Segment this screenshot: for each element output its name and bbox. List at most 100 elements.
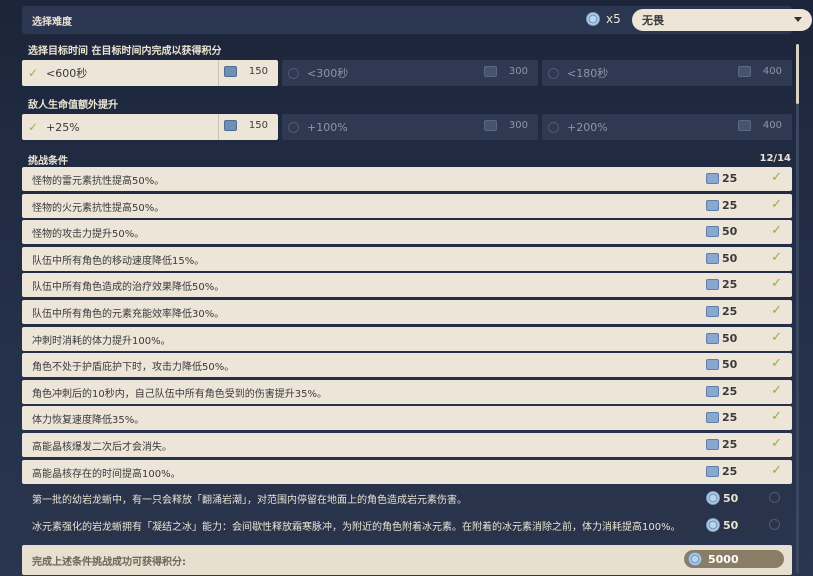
time-option-2[interactable]: <300秒 300 [282, 60, 538, 86]
scrollbar[interactable] [796, 44, 799, 574]
check-icon: ✓ [771, 409, 782, 424]
radio-icon [288, 121, 299, 133]
condition-row[interactable]: 角色冲刺后的10秒内，自己队伍中所有角色受到的伤害提升35%。 25 ✓ [22, 380, 792, 404]
check-icon: ✓ [771, 463, 782, 478]
check-icon: ✓ [771, 250, 782, 265]
condition-text: 高能晶核存在的时间提高100%。 [32, 468, 181, 480]
condition-points: 25 [706, 278, 737, 291]
hp-option-1[interactable]: ✓ +25% 150 [22, 114, 278, 140]
book-icon [483, 120, 497, 131]
condition-text: 体力恢复速度降低35%。 [32, 414, 145, 426]
book-icon [706, 173, 719, 184]
condition-row[interactable]: 高能晶核存在的时间提高100%。 25 ✓ [22, 460, 792, 484]
coin-icon [586, 12, 600, 26]
check-icon: ✓ [771, 356, 782, 371]
condition-text: 角色冲刺后的10秒内，自己队伍中所有角色受到的伤害提升35%。 [32, 388, 327, 400]
check-icon: ✓ [28, 66, 39, 80]
condition-points: 25 [706, 465, 737, 478]
points: 150 [223, 66, 268, 77]
radio-icon [548, 121, 559, 133]
condition-text: 高能晶核爆发二次后才会消失。 [32, 441, 172, 453]
condition-points: 50 [706, 518, 738, 532]
condition-row[interactable]: 冰元素强化的岩龙蜥拥有「凝结之冰」能力：会间歇性释放霜寒脉冲，为附近的角色附着冰… [22, 513, 792, 537]
condition-row[interactable]: 角色不处于护盾庇护下时，攻击力降低50%。 50 ✓ [22, 353, 792, 377]
time-option-3[interactable]: <180秒 400 [542, 60, 792, 86]
difficulty-select[interactable]: 无畏 [632, 9, 812, 31]
book-icon [706, 439, 719, 450]
radio-icon [769, 519, 780, 530]
book-icon [706, 386, 719, 397]
condition-text: 怪物的雷元素抗性提高50%。 [32, 175, 165, 187]
condition-points: 25 [706, 305, 737, 318]
points: 400 [737, 120, 782, 131]
total-score-label: 完成上述条件挑战成功可获得积分: [32, 556, 186, 568]
condition-row[interactable]: 怪物的攻击力提升50%。 50 ✓ [22, 220, 792, 244]
condition-text: 冰元素强化的岩龙蜥拥有「凝结之冰」能力：会间歇性释放霜寒脉冲，为附近的角色附着冰… [32, 521, 681, 533]
condition-text: 队伍中所有角色造成的治疗效果降低50%。 [32, 281, 225, 293]
radio-icon [769, 492, 780, 503]
condition-points: 25 [706, 172, 737, 185]
book-icon [223, 120, 237, 131]
condition-points: 25 [706, 385, 737, 398]
time-section-title: 选择目标时间 在目标时间内完成以获得积分 [28, 46, 222, 57]
condition-row[interactable]: 怪物的火元素抗性提高50%。 25 ✓ [22, 194, 792, 218]
conditions-title: 挑战条件 [28, 156, 68, 167]
hp-option-3[interactable]: +200% 400 [542, 114, 792, 140]
condition-row[interactable]: 队伍中所有角色的移动速度降低15%。 50 ✓ [22, 247, 792, 271]
book-icon [737, 120, 751, 131]
condition-row[interactable]: 冲刺时消耗的体力提升100%。 50 ✓ [22, 327, 792, 351]
check-icon: ✓ [771, 170, 782, 185]
condition-text: 角色不处于护盾庇护下时，攻击力降低50%。 [32, 361, 235, 373]
condition-points: 50 [706, 332, 737, 345]
check-icon: ✓ [771, 330, 782, 345]
book-icon [706, 306, 719, 317]
total-score: 5000 [684, 550, 784, 568]
hp-option-2[interactable]: +100% 300 [282, 114, 538, 140]
check-icon: ✓ [771, 303, 782, 318]
check-icon: ✓ [771, 223, 782, 238]
condition-points: 25 [706, 411, 737, 424]
time-option-1[interactable]: ✓ <600秒 150 [22, 60, 278, 86]
condition-row[interactable]: 队伍中所有角色造成的治疗效果降低50%。 25 ✓ [22, 273, 792, 297]
book-icon [737, 66, 751, 77]
points: 300 [483, 66, 528, 77]
difficulty-bar: 选择难度 x5 无畏 [22, 6, 812, 34]
condition-text: 第一批的幼岩龙蜥中，有一只会释放「翻涌岩潮」，对范围内停留在地面上的角色造成岩元… [32, 494, 467, 506]
points: 400 [737, 66, 782, 77]
book-icon [706, 412, 719, 423]
check-icon: ✓ [771, 436, 782, 451]
book-icon [706, 226, 719, 237]
hp-section-title: 敌人生命值额外提升 [28, 100, 118, 111]
condition-points: 50 [706, 225, 737, 238]
condition-row[interactable]: 第一批的幼岩龙蜥中，有一只会释放「翻涌岩潮」，对范围内停留在地面上的角色造成岩元… [22, 486, 792, 510]
points: 150 [223, 120, 268, 131]
book-icon [223, 66, 237, 77]
book-icon [706, 359, 719, 370]
condition-row[interactable]: 体力恢复速度降低35%。 25 ✓ [22, 406, 792, 430]
conditions-count: 12/14 [759, 153, 791, 164]
condition-row[interactable]: 高能晶核爆发二次后才会消失。 25 ✓ [22, 433, 792, 457]
condition-row[interactable]: 队伍中所有角色的元素充能效率降低30%。 25 ✓ [22, 300, 792, 324]
condition-text: 怪物的火元素抗性提高50%。 [32, 202, 165, 214]
check-icon: ✓ [771, 383, 782, 398]
condition-text: 队伍中所有角色的移动速度降低15%。 [32, 255, 205, 267]
condition-points: 50 [706, 491, 738, 505]
check-icon: ✓ [771, 276, 782, 291]
coin-icon [706, 491, 720, 505]
book-icon [706, 333, 719, 344]
radio-icon [548, 67, 559, 79]
book-icon [706, 279, 719, 290]
coin-icon [706, 518, 720, 532]
radio-icon [288, 67, 299, 79]
condition-points: 50 [706, 252, 737, 265]
condition-text: 队伍中所有角色的元素充能效率降低30%。 [32, 308, 225, 320]
condition-points: 50 [706, 358, 737, 371]
condition-row[interactable]: 怪物的雷元素抗性提高50%。 25 ✓ [22, 167, 792, 191]
scrollbar-thumb[interactable] [796, 44, 799, 104]
book-icon [706, 200, 719, 211]
total-score-bar: 完成上述条件挑战成功可获得积分: 5000 [22, 545, 792, 575]
check-icon: ✓ [28, 120, 39, 134]
check-icon: ✓ [771, 197, 782, 212]
chevron-down-icon [794, 17, 802, 22]
condition-text: 冲刺时消耗的体力提升100%。 [32, 335, 171, 347]
